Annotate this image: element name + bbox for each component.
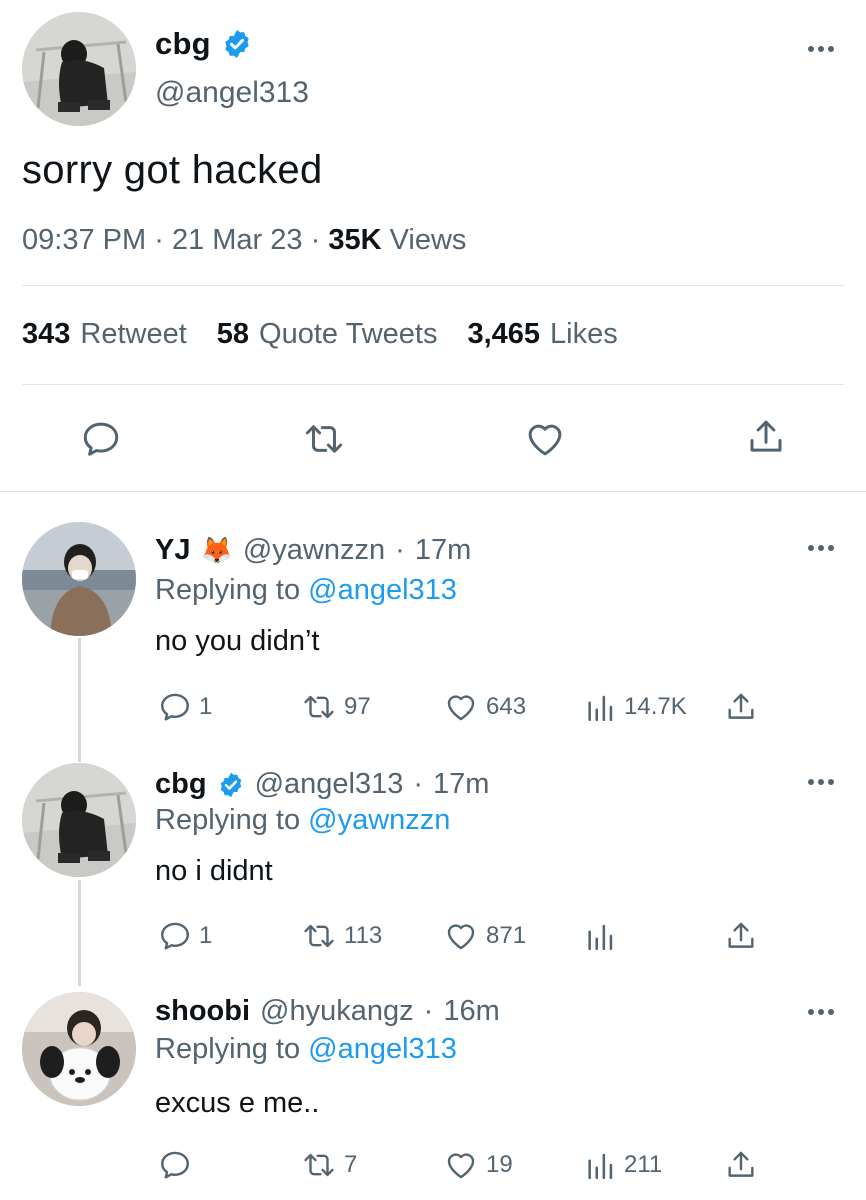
meta-separator: ·: [395, 534, 405, 566]
author-handle[interactable]: @angel313: [155, 76, 309, 110]
reply-action[interactable]: 1: [157, 690, 212, 724]
reply-author-name[interactable]: cbg: [155, 768, 207, 801]
views-count: 35K: [328, 224, 382, 256]
quotes-stat[interactable]: 58 Quote Tweets: [217, 318, 438, 351]
thread-line: [78, 880, 81, 986]
fox-emoji-icon: 🦊: [200, 535, 233, 565]
reply-author-handle[interactable]: @hyukangz: [260, 995, 414, 1028]
replying-to-link[interactable]: @yawnzzn: [308, 804, 450, 836]
replying-to: Replying to @yawnzzn: [155, 804, 451, 836]
reply-author-handle[interactable]: @yawnzzn: [243, 534, 385, 567]
reply-author-handle[interactable]: @angel313: [255, 768, 404, 801]
replying-to-link[interactable]: @angel313: [308, 574, 457, 606]
like-icon[interactable]: [523, 418, 567, 460]
divider: [22, 285, 844, 286]
reply-author-name[interactable]: shoobi: [155, 995, 250, 1028]
author-name[interactable]: cbg: [155, 26, 211, 62]
engagement-stats: 343 Retweet 58 Quote Tweets 3,465 Likes: [22, 318, 618, 351]
more-icon[interactable]: [808, 545, 834, 551]
retweet-action[interactable]: 7: [300, 1148, 357, 1182]
verified-badge-icon: [221, 28, 253, 60]
share-icon[interactable]: [724, 919, 758, 953]
replying-to: Replying to @angel313: [155, 574, 457, 606]
share-icon[interactable]: [724, 1148, 758, 1182]
tweet-meta: 09:37 PM · 21 Mar 23 · 35K Views: [22, 224, 466, 257]
replying-to-link[interactable]: @angel313: [308, 1033, 457, 1065]
reply-text: no i didnt: [155, 855, 273, 887]
more-icon[interactable]: [808, 779, 834, 785]
author-name-row: cbg: [155, 26, 253, 62]
divider: [0, 491, 866, 492]
meta-separator: ·: [310, 224, 321, 256]
verified-badge-icon: [217, 771, 245, 799]
reply-avatar[interactable]: [22, 992, 136, 1106]
reply-avatar[interactable]: [22, 763, 136, 877]
reply-time[interactable]: 16m: [443, 995, 499, 1028]
share-icon[interactable]: [745, 416, 787, 458]
reply-action[interactable]: 1: [157, 919, 212, 953]
tweet-text: sorry got hacked: [22, 148, 323, 192]
retweet-action[interactable]: 97: [300, 690, 371, 724]
views-action[interactable]: [584, 919, 624, 953]
reply-author-name[interactable]: YJ: [155, 534, 190, 567]
meta-separator: ·: [413, 768, 424, 800]
reply-header: YJ 🦊 @yawnzzn · 17m: [155, 534, 471, 567]
retweet-action[interactable]: 113: [300, 919, 382, 953]
reply-text: no you didn’t: [155, 625, 320, 657]
tweet-time[interactable]: 09:37 PM: [22, 224, 146, 256]
reply-icon[interactable]: [80, 418, 122, 460]
meta-separator: ·: [423, 995, 434, 1027]
views-action[interactable]: 14.7K: [584, 690, 687, 724]
likes-stat[interactable]: 3,465 Likes: [467, 318, 617, 351]
more-icon[interactable]: [808, 46, 834, 52]
reply-time[interactable]: 17m: [433, 768, 489, 801]
reply-time[interactable]: 17m: [415, 534, 471, 567]
divider: [22, 384, 844, 385]
like-action[interactable]: 19: [442, 1148, 513, 1182]
retweets-stat[interactable]: 343 Retweet: [22, 318, 187, 351]
like-action[interactable]: 643: [442, 690, 526, 724]
reply-header: shoobi @hyukangz · 16m: [155, 995, 500, 1028]
meta-separator: ·: [154, 224, 164, 256]
reply-text: excus e me..: [155, 1087, 320, 1119]
reply-header: cbg @angel313 · 17m: [155, 768, 489, 801]
more-icon[interactable]: [808, 1009, 834, 1015]
reply-avatar[interactable]: [22, 522, 136, 636]
tweet-date[interactable]: 21 Mar 23: [172, 224, 303, 256]
like-action[interactable]: 871: [442, 919, 526, 953]
replying-to: Replying to @angel313: [155, 1033, 457, 1065]
views-action[interactable]: 211: [584, 1148, 662, 1182]
reply-action[interactable]: [157, 1148, 199, 1182]
share-icon[interactable]: [724, 690, 758, 724]
author-avatar[interactable]: [22, 12, 136, 126]
thread-line: [78, 638, 81, 762]
retweet-icon[interactable]: [302, 418, 346, 460]
views-label: Views: [389, 224, 467, 256]
